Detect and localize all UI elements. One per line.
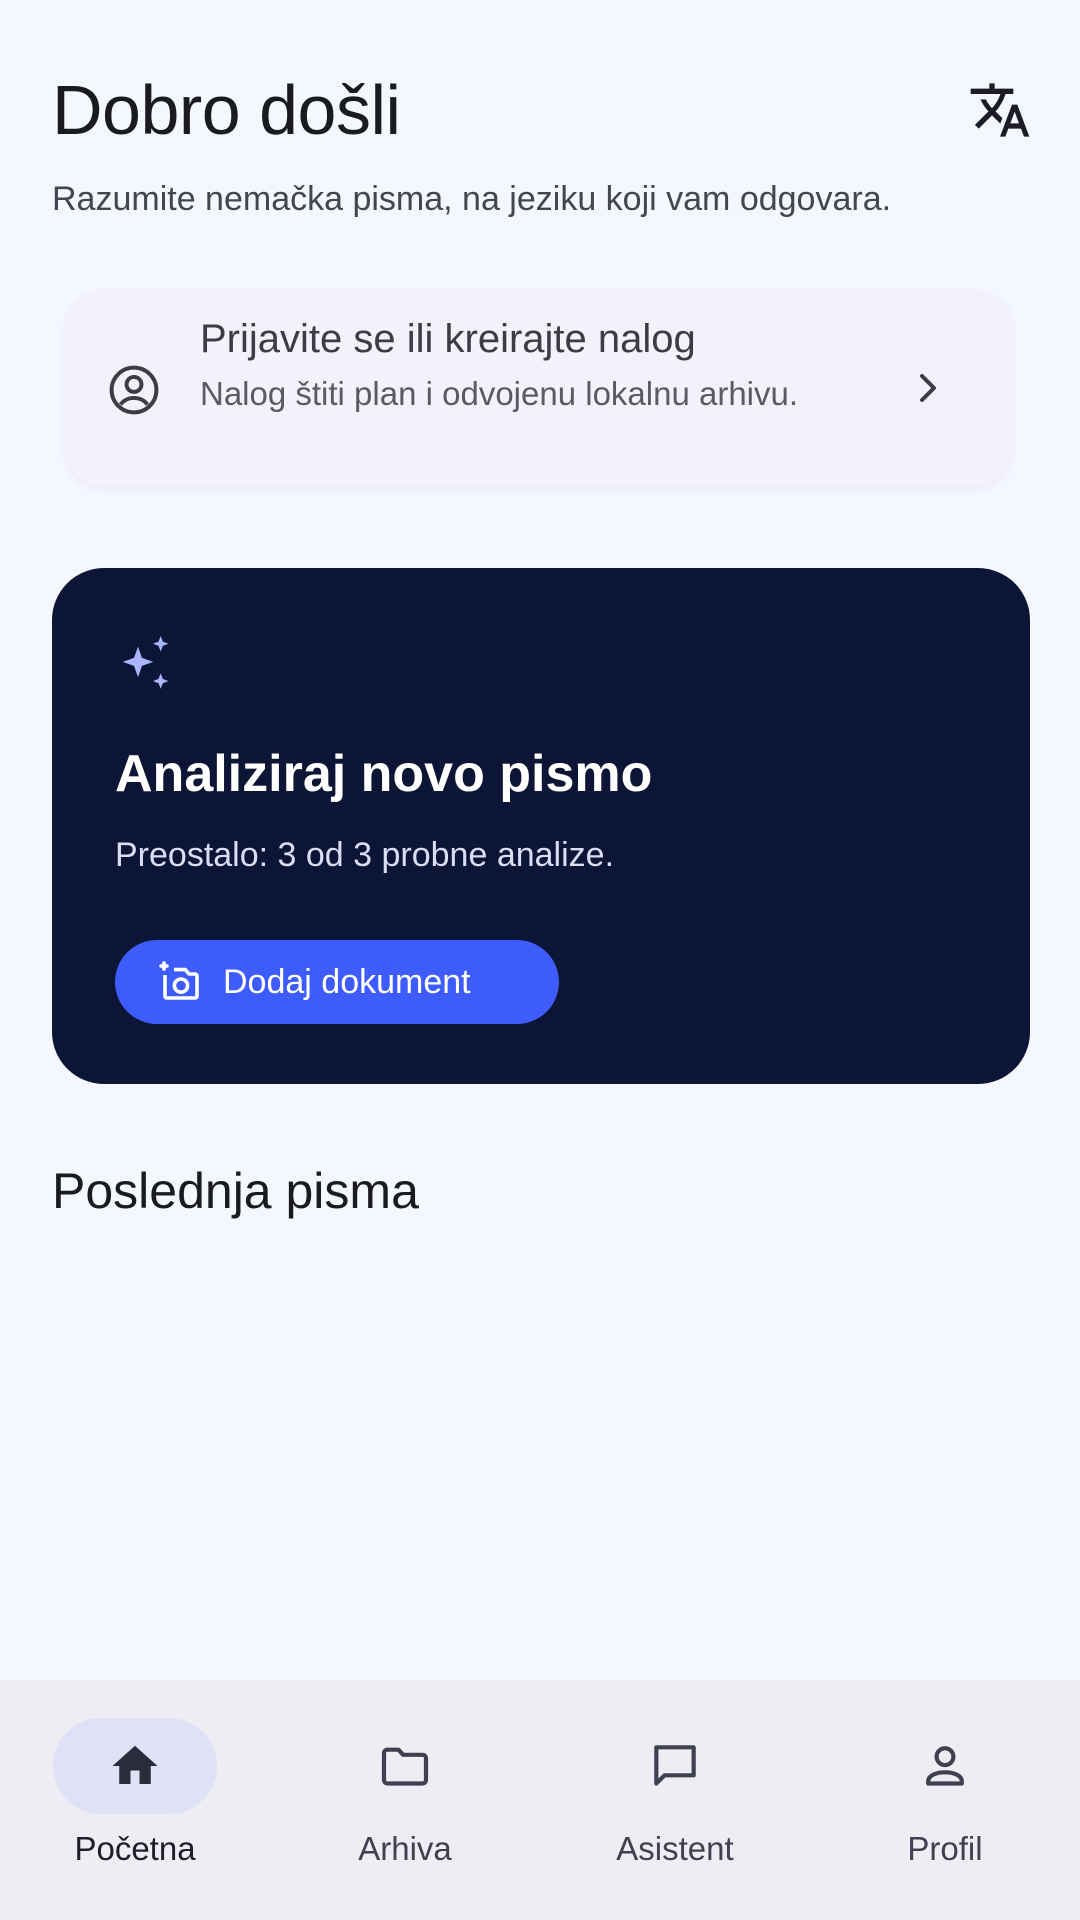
add-document-label: Dodaj dokument	[223, 962, 471, 1001]
person-icon	[926, 1746, 964, 1786]
login-text: Prijavite se ili kreirajte nalog Nalog š…	[200, 310, 820, 420]
chat-icon	[654, 1745, 696, 1786]
translate-icon	[970, 83, 1030, 137]
trial-remaining-text: Preostalo: 3 od 3 probne analize.	[115, 836, 615, 874]
nav-indicator	[53, 1718, 217, 1814]
recent-letters-title: Poslednja pisma	[52, 1163, 419, 1219]
nav-label-archive: Arhiva	[358, 1830, 452, 1867]
bottom-navigation: Početna Arhiva Asistent Profil	[0, 1680, 1080, 1920]
nav-item-home[interactable]: Početna	[0, 1718, 270, 1888]
page-title: Dobro došli	[52, 71, 401, 149]
nav-item-archive[interactable]: Arhiva	[270, 1718, 540, 1888]
nav-label-assistant: Asistent	[616, 1830, 734, 1867]
login-card[interactable]: Prijavite se ili kreirajte nalog Nalog š…	[66, 290, 1012, 486]
add-document-button[interactable]: Dodaj dokument	[115, 940, 559, 1024]
nav-item-profile[interactable]: Profil	[810, 1718, 1080, 1888]
header: Dobro došli	[52, 60, 1030, 160]
translate-button[interactable]	[950, 60, 1050, 160]
welcome-subtitle: Razumite nemačka pisma, na jeziku koji v…	[52, 180, 892, 218]
sparkle-icon	[122, 636, 169, 689]
analyze-title: Analiziraj novo pismo	[115, 745, 653, 803]
nav-label-profile: Profil	[907, 1830, 983, 1867]
login-title: Prijavite se ili kreirajte nalog	[200, 317, 696, 361]
home-icon	[112, 1745, 158, 1784]
nav-label-home: Početna	[74, 1830, 196, 1867]
nav-item-assistant[interactable]: Asistent	[540, 1718, 810, 1888]
account-circle-icon	[109, 365, 159, 415]
folder-icon	[381, 1747, 429, 1786]
chevron-right-icon	[920, 374, 936, 402]
home-screen: Dobro došli Razumite nemačka pisma, na j…	[0, 0, 1080, 1920]
analyze-card: Analiziraj novo pismo Preostalo: 3 od 3 …	[52, 568, 1030, 1084]
add-photo-icon	[159, 961, 199, 1000]
login-description: Nalog štiti plan i odvojenu lokalnu arhi…	[200, 375, 799, 412]
